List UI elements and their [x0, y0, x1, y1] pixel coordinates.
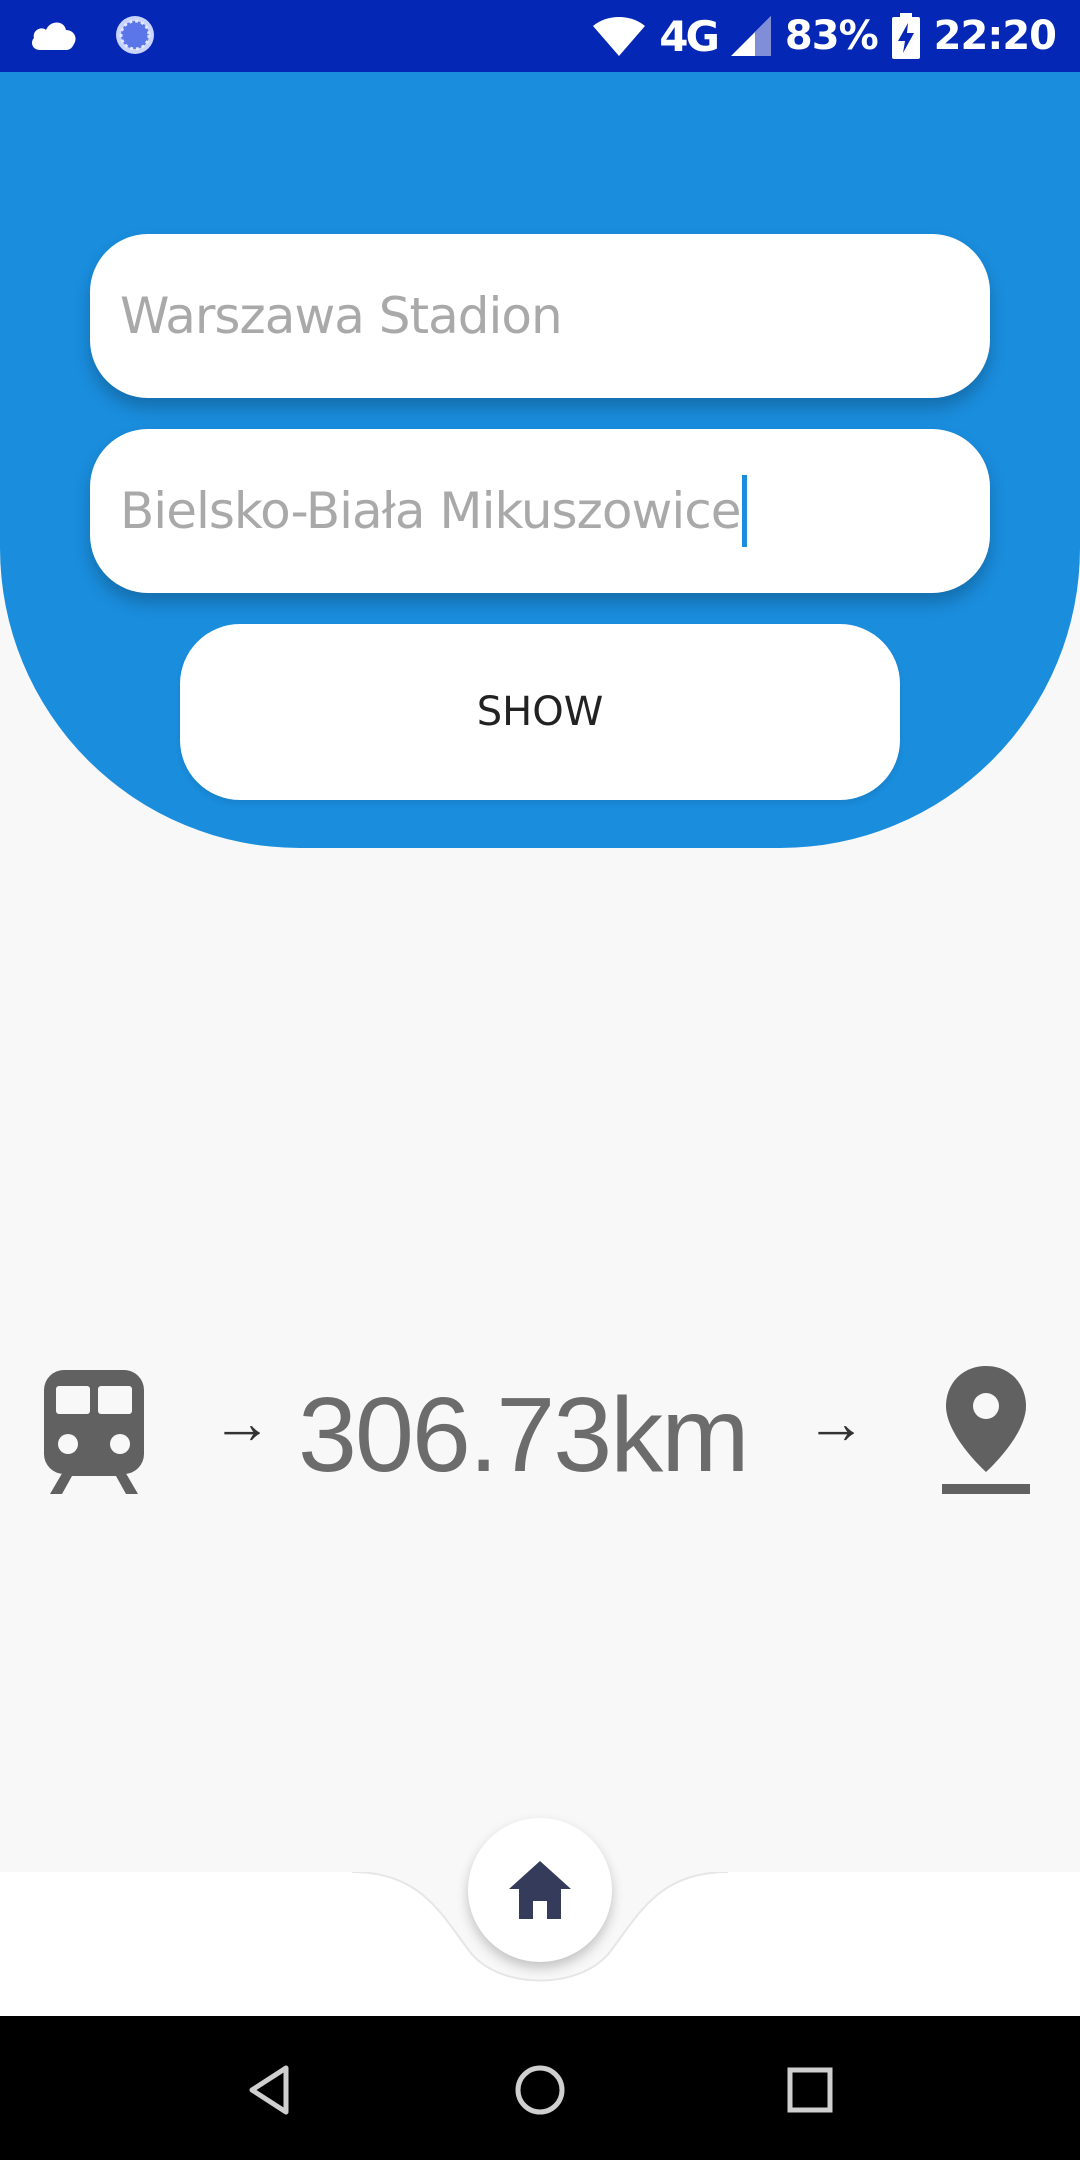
train-icon — [44, 1370, 144, 1494]
distance-result: → 306.73km → — [0, 1360, 1080, 1510]
home-circle-icon[interactable] — [512, 2062, 568, 2118]
loading-circle-icon — [116, 16, 154, 54]
to-station-value: Bielsko-Biała Mikuszowice — [120, 482, 741, 540]
show-button[interactable]: SHOW — [180, 624, 900, 800]
network-type: 4G — [659, 11, 720, 61]
to-station-input[interactable]: Bielsko-Biała Mikuszowice — [90, 429, 990, 593]
system-navigation-bar — [0, 2016, 1080, 2160]
from-station-value: Warszawa Stadion — [120, 287, 563, 345]
clock: 22:20 — [933, 13, 1057, 59]
search-header: Warszawa Stadion Bielsko-Biała Mikuszowi… — [0, 72, 1080, 848]
arrow-right: → — [806, 1389, 866, 1456]
back-icon[interactable] — [242, 2062, 298, 2118]
arrow-left: → — [212, 1389, 272, 1456]
location-pin-icon — [942, 1366, 1030, 1494]
battery-percent: 83% — [784, 13, 879, 59]
home-icon — [509, 1861, 571, 1919]
home-button[interactable] — [468, 1818, 612, 1962]
wifi-icon — [593, 17, 646, 56]
battery-charging-icon — [891, 13, 920, 59]
signal-icon — [730, 16, 771, 56]
text-cursor — [742, 475, 748, 547]
status-bar: 4G 83% 22:20 — [0, 0, 1080, 72]
cloud-icon — [32, 22, 76, 50]
recents-icon[interactable] — [782, 2062, 838, 2118]
distance-value: 306.73km — [298, 1376, 750, 1494]
from-station-input[interactable]: Warszawa Stadion — [90, 234, 990, 398]
